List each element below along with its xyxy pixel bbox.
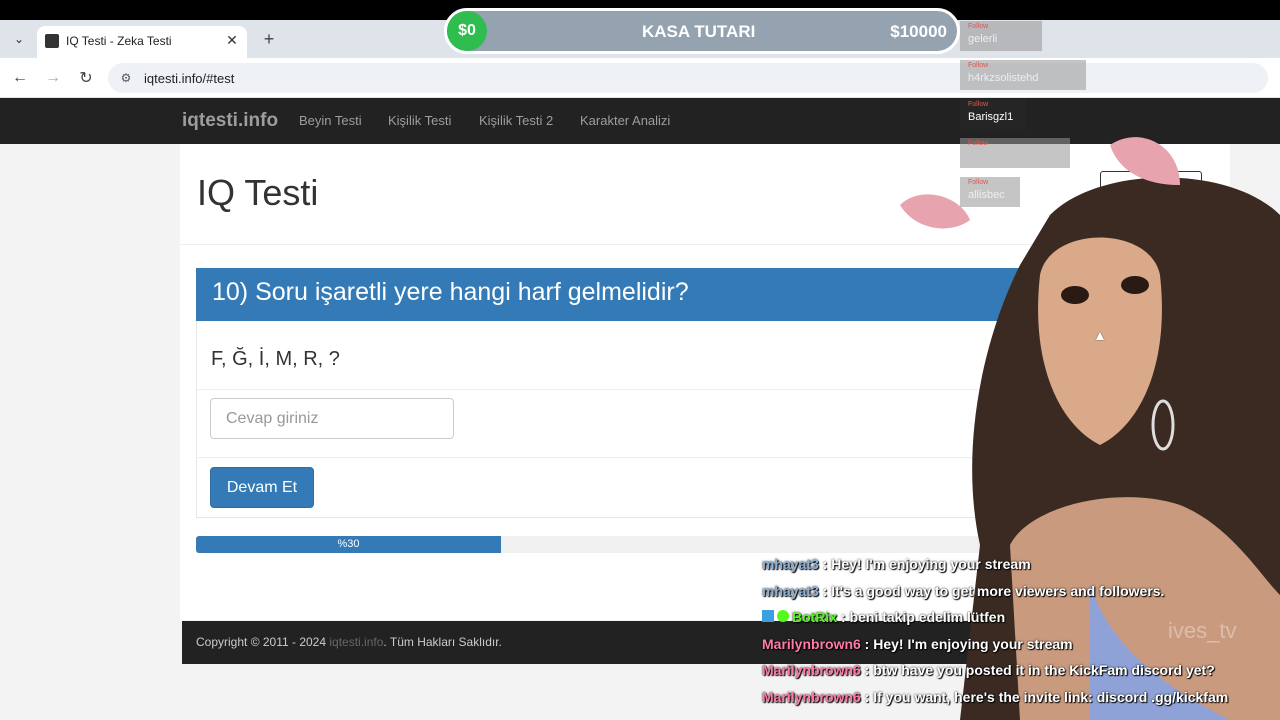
chat-username: Marilynbrown6 (762, 688, 861, 705)
chat-username: mhayat3 (762, 582, 819, 599)
donation-title: KASA TUTARI (642, 22, 756, 41)
chat-message: Marilynbrown6 : If you want, here's the … (762, 689, 1272, 716)
tab-iq-testi[interactable]: IQ Testi - Zeka Testi ✕ (37, 26, 247, 58)
follower-name: h4rkzsolistehd (968, 72, 1039, 84)
footer-copyright: Copyright © 2011 - 2024 (196, 635, 330, 649)
chat-message: mhayat3 : Hey! I'm enjoying your stream (762, 556, 1272, 583)
forward-arrow-icon[interactable]: → (41, 66, 65, 90)
chat-text: : Hey! I'm enjoying your stream (860, 635, 1073, 652)
answer-input[interactable] (210, 398, 454, 439)
donation-goal-bar: $0 KASA TUTARI $10000 (444, 8, 960, 54)
footer-link[interactable]: iqtesti.info (329, 635, 383, 649)
new-tab-plus-icon[interactable]: + (258, 28, 280, 50)
follower-alert: Follow allisbec (960, 177, 1020, 207)
reload-icon[interactable]: ↻ (74, 66, 98, 90)
follow-tag: Follow (968, 179, 989, 186)
follower-name: Barisgzl1 (968, 111, 1014, 123)
close-icon[interactable]: ✕ (223, 31, 241, 49)
tab-search-chevron-icon[interactable]: ⌄ (8, 28, 30, 50)
follow-tag: Follow (968, 23, 989, 30)
donation-current: $0 (447, 11, 487, 51)
url-text[interactable]: iqtesti.info/#test (144, 71, 234, 86)
chat-text: : beni takip edelim lütfen (837, 609, 1006, 625)
progress-label: %30 (337, 538, 360, 550)
chat-text: : It's a good way to get more viewers an… (818, 582, 1165, 599)
chat-username: Marilynbrown6 (762, 635, 861, 652)
continue-button[interactable]: Devam Et (210, 467, 314, 508)
follow-tag: Follow (968, 101, 989, 108)
follower-alert: Follow h4rkzsolistehd (960, 60, 1086, 90)
chat-text: : Hey! I'm enjoying your stream (818, 556, 1031, 572)
mouse-cursor-icon: ▲ (1093, 327, 1107, 343)
tab-title: IQ Testi - Zeka Testi (66, 34, 172, 48)
progress-bar: %30 (196, 536, 502, 553)
page-title: IQ Testi (197, 172, 319, 213)
address-bar[interactable]: ⚙ iqtesti.info/#test (108, 63, 1268, 93)
chat-text: : If you want, here's the invite link: d… (860, 688, 1229, 705)
follow-tag: Follow (968, 140, 989, 147)
chat-username: BotRix (792, 609, 838, 625)
chat-username: mhayat3 (762, 556, 819, 572)
favicon-icon (45, 34, 59, 48)
site-brand[interactable]: iqtesti.info (182, 110, 278, 132)
follower-alert: Follow Barisgzl1 (960, 99, 1026, 129)
nav-beyin-testi[interactable]: Beyin Testi (299, 113, 362, 128)
back-arrow-icon[interactable]: ← (8, 66, 32, 90)
footer-suffix: . Tüm Hakları Saklıdır. (383, 635, 502, 649)
follower-alert: Follow (960, 138, 1070, 168)
bot-badge-icon (762, 609, 792, 625)
nav-kisilik-testi-2[interactable]: Kişilik Testi 2 (479, 113, 553, 128)
question-text: 10) Soru işaretli yere hangi harf gelmel… (212, 278, 689, 306)
follower-name: allisbec (968, 189, 1005, 201)
follower-alert: Follow gelerli (960, 21, 1042, 51)
chat-message: Marilynbrown6 : btw have you posted it i… (762, 662, 1272, 689)
follower-name: gelerli (968, 33, 998, 45)
chat-text: : btw have you posted it in the KickFam … (860, 662, 1215, 678)
browser-toolbar: ← → ↻ ⚙ iqtesti.info/#test (0, 58, 1280, 98)
nav-karakter-analizi[interactable]: Karakter Analizi (580, 113, 670, 128)
footer-text: Copyright © 2011 - 2024 iqtesti.info. Tü… (196, 635, 502, 649)
donation-goal: $10000 (890, 22, 947, 41)
chat-message: mhayat3 : It's a good way to get more vi… (762, 583, 1272, 610)
chat-username: Marilynbrown6 (762, 662, 861, 678)
letter-sequence: F, Ğ, İ, M, R, ? (211, 348, 340, 370)
nav-kisilik-testi[interactable]: Kişilik Testi (388, 113, 451, 128)
site-settings-icon[interactable]: ⚙ (118, 70, 134, 86)
follow-tag: Follow (968, 62, 989, 69)
channel-watermark: ives_tv (1168, 618, 1237, 643)
